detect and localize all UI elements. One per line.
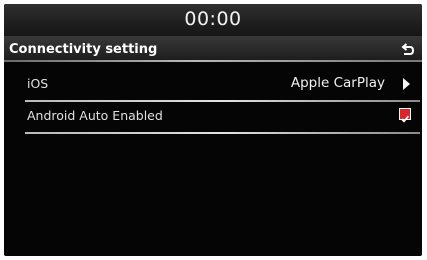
setting-row-ios[interactable]: iOS Apple CarPlay: [4, 68, 422, 98]
chevron-right-icon: [403, 78, 410, 90]
return-arrow-icon: [401, 43, 415, 55]
setting-row-android-auto[interactable]: Android Auto Enabled: [4, 100, 422, 130]
header: Connectivity setting: [4, 36, 422, 62]
back-button[interactable]: [398, 39, 418, 59]
setting-label: Android Auto Enabled: [27, 108, 163, 123]
head-unit-screen: 00:00 Connectivity setting iOS Apple Car…: [4, 4, 422, 256]
status-bar: 00:00: [4, 4, 422, 36]
clock: 00:00: [184, 8, 242, 30]
setting-value: Apple CarPlay: [290, 75, 385, 91]
page-title: Connectivity setting: [9, 42, 158, 57]
setting-label: iOS: [27, 76, 49, 91]
checkmark-icon: [401, 115, 410, 123]
row-divider: [25, 132, 420, 134]
android-auto-checkbox[interactable]: [399, 108, 411, 123]
